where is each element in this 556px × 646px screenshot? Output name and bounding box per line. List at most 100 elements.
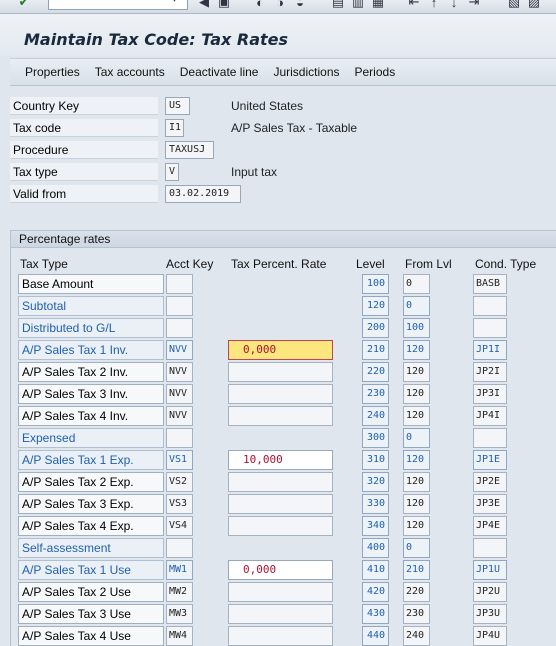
tax-rate-input[interactable] (228, 516, 333, 536)
tax-type-cell: A/P Sales Tax 2 Use (18, 582, 164, 602)
last-page-icon[interactable]: ⇥ (466, 0, 482, 10)
col-level: Level (356, 257, 385, 271)
acct-key-cell (166, 296, 193, 316)
shortcut-icon[interactable]: ▨ (526, 0, 542, 10)
cancel-icon[interactable]: ◒ (292, 0, 308, 10)
tax-rate-input[interactable]: 10,000 (228, 450, 333, 470)
table-row: A/P Sales Tax 1 Inv. NVV 0,000 210 120 JP1I (11, 339, 556, 361)
from-level-cell: 120 (403, 384, 430, 404)
tax-rate-input[interactable] (228, 604, 333, 624)
from-level-cell: 0 (403, 538, 430, 558)
chevron-down-icon[interactable]: ▾ (172, 0, 177, 5)
cond-type-cell: JP4U (473, 626, 507, 646)
menu-tax-accounts[interactable]: Tax accounts (95, 65, 165, 79)
level-cell: 330 (362, 494, 389, 514)
col-acct-key: Acct Key (166, 257, 214, 271)
tax-rate-input[interactable] (228, 406, 333, 426)
level-cell: 220 (362, 362, 389, 382)
acct-key-cell: MW4 (166, 626, 193, 646)
tax-code-row: Tax code I1 A/P Sales Tax - Taxable (10, 118, 556, 138)
menu-periods[interactable]: Periods (355, 65, 396, 79)
tax-code-label: Tax code (10, 119, 158, 137)
menu-properties[interactable]: Properties (25, 65, 80, 79)
percentage-rates-group: Percentage rates Tax Type Acct Key Tax P… (10, 230, 556, 646)
col-tax-rate: Tax Percent. Rate (231, 257, 327, 271)
table-row: A/P Sales Tax 1 Use MW1 0,000 410 210 JP1U (11, 559, 556, 581)
tax-rate-input[interactable] (228, 362, 333, 382)
level-cell: 100 (362, 274, 389, 294)
first-page-icon[interactable]: ⇤ (406, 0, 422, 10)
table-row: A/P Sales Tax 2 Use MW2 420 220 JP2U (11, 581, 556, 603)
col-cond-type: Cond. Type (475, 257, 537, 271)
find-icon[interactable]: ▥ (350, 0, 366, 10)
from-level-cell: 0 (403, 274, 430, 294)
enter-icon[interactable]: ✔ (16, 0, 32, 10)
table-row: A/P Sales Tax 2 Inv. NVV 220 120 JP2I (11, 361, 556, 383)
acct-key-cell: VS3 (166, 494, 193, 514)
page-title: Maintain Tax Code: Tax Rates (24, 30, 289, 49)
acct-key-cell: VS2 (166, 472, 193, 492)
tax-type-row: Tax type V Input tax (10, 162, 556, 182)
exit-icon[interactable]: ◑ (272, 0, 288, 10)
level-cell: 300 (362, 428, 389, 448)
table-row: A/P Sales Tax 4 Use MW4 440 240 JP4U (11, 625, 556, 646)
system-toolbar: ✔ ▾ ◀ ▣ ◐ ◑ ◒ ▤ ▥ ▦ ⇤ ↑ ↓ ⇥ ▧ ▨ (0, 0, 556, 14)
cond-type-cell: JP2U (473, 582, 507, 602)
tax-type-cell: A/P Sales Tax 3 Inv. (18, 384, 164, 404)
acct-key-cell: NVV (166, 406, 193, 426)
cond-type-cell (473, 318, 507, 338)
tax-rate-input[interactable] (228, 582, 333, 602)
cond-type-cell: JP2I (473, 362, 507, 382)
table-row: A/P Sales Tax 3 Use MW3 430 230 JP3U (11, 603, 556, 625)
new-session-icon[interactable]: ▧ (506, 0, 522, 10)
tax-type-cell: Distributed to G/L (18, 318, 164, 338)
back-icon[interactable]: ◀ (196, 0, 212, 10)
tax-type-desc: Input tax (231, 165, 278, 179)
level-cell: 230 (362, 384, 389, 404)
country-key-field: US (165, 97, 190, 115)
title-bar: Maintain Tax Code: Tax Rates (0, 14, 556, 56)
tax-type-cell: Self-assessment (18, 538, 164, 558)
from-level-cell: 230 (403, 604, 430, 624)
acct-key-cell: NVV (166, 340, 193, 360)
level-cell: 240 (362, 406, 389, 426)
from-level-cell: 220 (403, 582, 430, 602)
from-level-cell: 120 (403, 472, 430, 492)
tax-rate-input[interactable]: 0,000 (228, 560, 333, 580)
find-next-icon[interactable]: ▦ (370, 0, 386, 10)
tax-rate-input[interactable] (228, 626, 333, 646)
tax-type-cell: A/P Sales Tax 1 Exp. (18, 450, 164, 470)
table-row: Distributed to G/L 200 100 (11, 317, 556, 339)
table-row: A/P Sales Tax 4 Exp. VS4 340 120 JP4E (11, 515, 556, 537)
col-from-lvl: From Lvl (405, 257, 452, 271)
from-level-cell: 240 (403, 626, 430, 646)
from-level-cell: 0 (403, 428, 430, 448)
tax-type-label: Tax type (10, 163, 158, 181)
next-page-icon[interactable]: ↓ (446, 0, 462, 10)
acct-key-cell: MW1 (166, 560, 193, 580)
tax-type-cell: A/P Sales Tax 4 Exp. (18, 516, 164, 536)
menu-deactivate-line[interactable]: Deactivate line (180, 65, 259, 79)
prev-page-icon[interactable]: ↑ (426, 0, 442, 10)
print-icon[interactable]: ▤ (330, 0, 346, 10)
tax-rate-input[interactable] (228, 472, 333, 492)
level-cell: 310 (362, 450, 389, 470)
acct-key-cell: VS1 (166, 450, 193, 470)
command-field[interactable] (48, 0, 188, 10)
cond-type-cell: JP1E (473, 450, 507, 470)
back-nav-icon[interactable]: ◐ (252, 0, 268, 10)
tax-type-cell: A/P Sales Tax 1 Use (18, 560, 164, 580)
menu-jurisdictions[interactable]: Jurisdictions (273, 65, 339, 79)
level-cell: 410 (362, 560, 389, 580)
country-key-label: Country Key (10, 97, 158, 115)
save-icon[interactable]: ▣ (216, 0, 232, 10)
cond-type-cell: JP2E (473, 472, 507, 492)
tax-rate-input[interactable] (228, 494, 333, 514)
tax-type-cell: A/P Sales Tax 2 Inv. (18, 362, 164, 382)
cond-type-cell: JP3I (473, 384, 507, 404)
procedure-row: Procedure TAXUSJ (10, 140, 556, 160)
tax-rate-input[interactable]: 0,000 (228, 340, 333, 360)
tax-rate-input[interactable] (228, 384, 333, 404)
table-row: A/P Sales Tax 3 Inv. NVV 230 120 JP3I (11, 383, 556, 405)
tax-type-cell: Expensed (18, 428, 164, 448)
